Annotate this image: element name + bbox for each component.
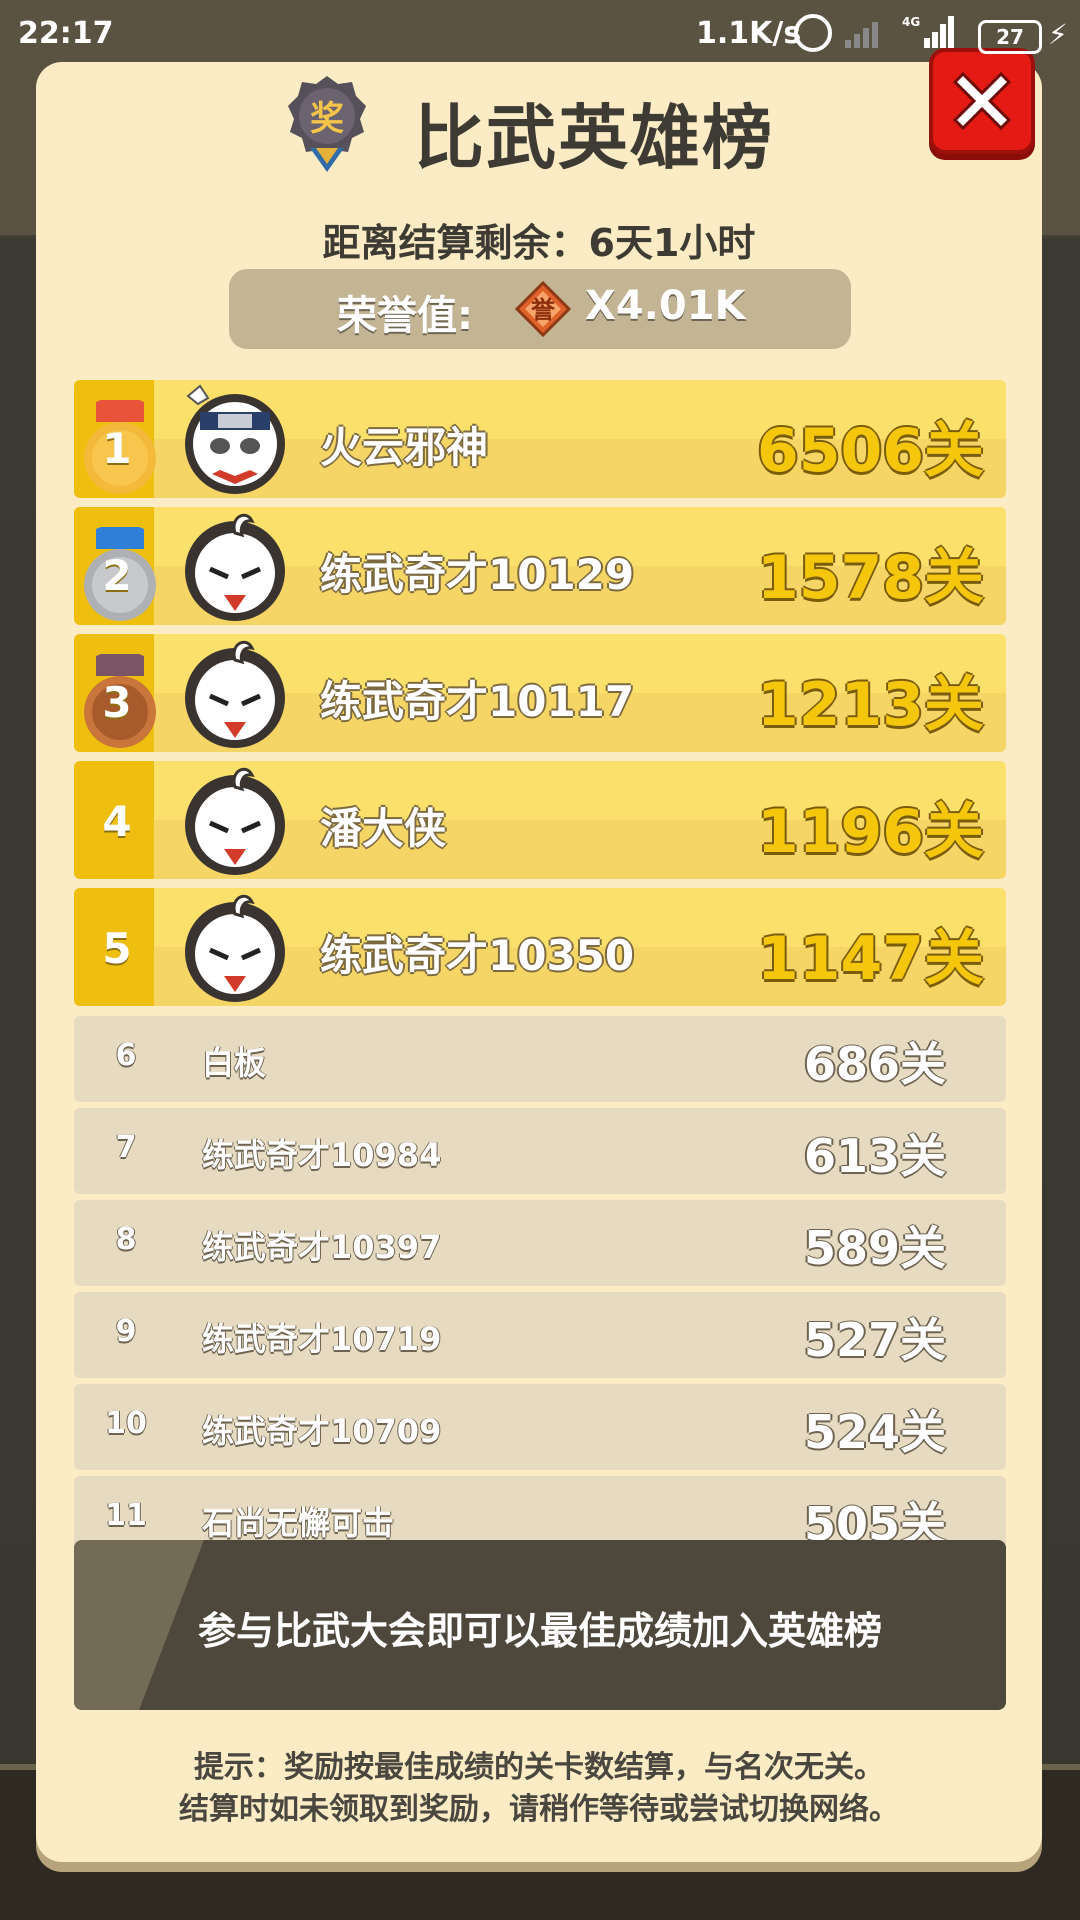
player-name: 练武奇才10117	[320, 677, 635, 726]
rank-number: 10	[105, 1406, 147, 1441]
charging-icon: ⚡	[1048, 18, 1068, 51]
player-score: 686关	[803, 1037, 946, 1091]
svg-text:誉: 誉	[531, 296, 556, 324]
honor-medal-icon: 誉	[515, 281, 571, 337]
sim1-signal-icon	[845, 22, 878, 48]
player-name: 石尚无懈可击	[202, 1504, 395, 1542]
rank-number: 2	[102, 551, 132, 600]
ranking-row-top[interactable]: 3 练武奇才10117 1213关	[74, 634, 1006, 752]
honor-value: X4.01K	[585, 283, 746, 329]
player-name: 练武奇才10719	[202, 1320, 442, 1358]
battery-icon: 27	[978, 20, 1042, 54]
rank-number: 3	[102, 678, 132, 727]
ranking-list[interactable]: 1 火云邪神 6506关 2 练武奇才10129 1578关 3 练武奇才101…	[74, 380, 1006, 1588]
player-name: 练武奇才10129	[320, 550, 635, 599]
rank-number: 11	[105, 1498, 147, 1533]
avatar-bird-icon	[185, 894, 285, 1002]
settlement-countdown: 距离结算剩余：6天1小时	[322, 221, 756, 265]
ranking-row[interactable]: 7 练武奇才10984 613关	[74, 1108, 1006, 1194]
player-score: 1578关	[757, 543, 984, 613]
player-score: 524关	[803, 1405, 946, 1459]
award-badge-icon: 奖	[288, 76, 366, 172]
player-score: 1213关	[757, 670, 984, 740]
network-speed: 1.1K/s	[696, 16, 802, 51]
status-time: 22:17	[18, 16, 114, 51]
tip-line-2: 结算时如未领取到奖励，请稍作等待或尝试切换网络。	[179, 1792, 899, 1827]
tip-line-1: 提示：奖励按最佳成绩的关卡数结算，与名次无关。	[194, 1750, 884, 1785]
player-score: 6506关	[757, 416, 984, 486]
rank-number: 8	[115, 1222, 137, 1257]
avatar-bird-icon	[185, 640, 285, 748]
join-banner: 参与比武大会即可以最佳成绩加入英雄榜	[74, 1540, 1006, 1710]
rank-number: 1	[102, 424, 132, 473]
rank-number: 7	[115, 1130, 137, 1165]
ranking-row-top[interactable]: 2 练武奇才10129 1578关	[74, 507, 1006, 625]
sim2-signal-icon: 4G	[902, 15, 954, 48]
svg-text:4G: 4G	[902, 15, 920, 29]
player-name: 练武奇才10709	[202, 1412, 442, 1450]
join-banner-text: 参与比武大会即可以最佳成绩加入英雄榜	[197, 1609, 882, 1653]
ranking-row-top[interactable]: 1 火云邪神 6506关	[74, 380, 1006, 498]
avatar-bird-icon	[185, 513, 285, 621]
ranking-row[interactable]: 9 练武奇才10719 527关	[74, 1292, 1006, 1378]
dialog-title: 比武英雄榜	[414, 97, 774, 179]
player-score: 527关	[803, 1313, 946, 1367]
ranking-row-top[interactable]: 5 练武奇才10350 1147关	[74, 888, 1006, 1006]
honor-label: 荣誉值:	[337, 293, 473, 339]
player-name: 潘大侠	[320, 804, 447, 853]
ranking-row-top[interactable]: 4 潘大侠 1196关	[74, 761, 1006, 879]
alarm-icon	[794, 14, 832, 52]
player-name: 练武奇才10984	[202, 1136, 442, 1174]
player-score: 1147关	[757, 924, 984, 994]
svg-text:奖: 奖	[310, 99, 344, 139]
player-score: 1196关	[757, 797, 984, 867]
player-name: 练武奇才10350	[320, 931, 635, 980]
player-name: 练武奇才10397	[202, 1228, 442, 1266]
ranking-row[interactable]: 6 白板 686关	[74, 1016, 1006, 1102]
player-score: 613关	[803, 1129, 946, 1183]
player-score: 589关	[803, 1221, 946, 1275]
rank-number: 6	[115, 1038, 137, 1073]
rank-number: 9	[115, 1314, 137, 1349]
ranking-row[interactable]: 10 练武奇才10709 524关	[74, 1384, 1006, 1470]
avatar-bird-icon	[185, 767, 285, 875]
player-name: 火云邪神	[320, 423, 489, 472]
player-name: 白板	[202, 1044, 267, 1082]
ranking-row[interactable]: 8 练武奇才10397 589关	[74, 1200, 1006, 1286]
close-icon	[952, 71, 1012, 131]
honor-value-box: 荣誉值: 誉 X4.01K	[229, 269, 851, 349]
hero-ranking-dialog: 奖 比武英雄榜 距离结算剩余：6天1小时 荣誉值: 誉 X4.01K 1 火云邪…	[36, 48, 1042, 1862]
avatar-ninja-icon	[185, 384, 285, 494]
rank-number: 4	[102, 797, 132, 846]
rank-number: 5	[102, 924, 132, 973]
status-bar: 22:17 1.1K/s 4G 27 ⚡	[0, 0, 1080, 70]
